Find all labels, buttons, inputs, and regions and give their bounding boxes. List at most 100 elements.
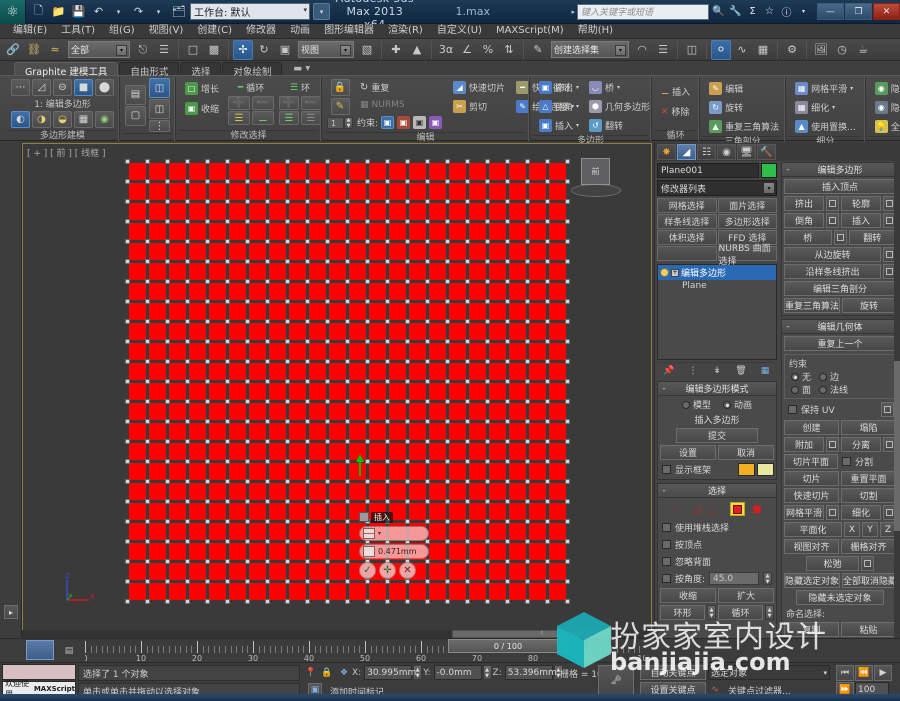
mesh-vertex[interactable]: [465, 219, 470, 224]
mesh-face[interactable]: [368, 342, 386, 360]
mesh-face[interactable]: [508, 482, 526, 500]
mesh-face[interactable]: [548, 502, 566, 520]
mesh-vertex[interactable]: [345, 419, 350, 424]
mesh-vertex[interactable]: [285, 339, 290, 344]
mesh-face[interactable]: [148, 262, 166, 280]
mesh-vertex[interactable]: [125, 419, 130, 424]
mesh-face[interactable]: [488, 362, 506, 380]
mesh-vertex[interactable]: [485, 279, 490, 284]
outline-button[interactable]: 轮廓: [841, 196, 881, 211]
mesh-vertex[interactable]: [505, 219, 510, 224]
mesh-vertex[interactable]: [165, 419, 170, 424]
mesh-vertex[interactable]: [245, 419, 250, 424]
mesh-vertex[interactable]: [385, 339, 390, 344]
mesh-vertex[interactable]: [285, 259, 290, 264]
mesh-face[interactable]: [448, 362, 466, 380]
mode-animate-radio[interactable]: 动画: [723, 398, 752, 411]
mesh-face[interactable]: [428, 222, 446, 240]
mesh-vertex[interactable]: [485, 159, 490, 164]
mesh-face[interactable]: [548, 442, 566, 460]
mesh-vertex[interactable]: [205, 419, 210, 424]
mesh-vertex[interactable]: [365, 279, 370, 284]
view-cube[interactable]: 前: [571, 158, 621, 200]
mesh-vertex[interactable]: [265, 159, 270, 164]
search-input[interactable]: 键入关键字或短语: [577, 3, 710, 20]
by-angle-value[interactable]: 45.0: [709, 572, 759, 585]
mesh-vertex[interactable]: [205, 519, 210, 524]
mesh-vertex[interactable]: [545, 199, 550, 204]
mesh-vertex[interactable]: [485, 439, 490, 444]
mesh-face[interactable]: [168, 402, 186, 420]
constraint-normal-radio[interactable]: 法线: [819, 383, 848, 396]
mesh-vertex[interactable]: [305, 379, 310, 384]
repeat-last-button[interactable]: 重复上一个: [784, 336, 896, 351]
mesh-face[interactable]: [288, 262, 306, 280]
mesh-face[interactable]: [188, 262, 206, 280]
mesh-vertex[interactable]: [145, 499, 150, 504]
constraint-edge-icon[interactable]: ▣: [397, 116, 411, 129]
preserve-uv-settings-icon[interactable]: [881, 402, 894, 417]
mesh-face[interactable]: [468, 202, 486, 220]
mesh-face[interactable]: [268, 182, 286, 200]
mesh-face[interactable]: [248, 482, 266, 500]
mesh-face[interactable]: [388, 482, 406, 500]
mesh-face[interactable]: [288, 562, 306, 580]
mesh-face[interactable]: [228, 362, 246, 380]
mesh-vertex[interactable]: [225, 499, 230, 504]
bind-space-warp-icon[interactable]: ≈: [45, 40, 65, 60]
mesh-vertex[interactable]: [125, 259, 130, 264]
mesh-vertex[interactable]: [325, 219, 330, 224]
mesh-vertex[interactable]: [565, 179, 570, 184]
mesh-vertex[interactable]: [305, 239, 310, 244]
mesh-vertex[interactable]: [325, 559, 330, 564]
mesh-vertex[interactable]: [205, 399, 210, 404]
ribbon-options-icon[interactable]: ▬ ▾: [283, 62, 320, 75]
minimize-track-button[interactable]: [26, 640, 54, 660]
ring-shift-icon[interactable]: ☰: [279, 111, 300, 125]
by-angle-row[interactable]: 按角度: 45.0 ▲ ▼: [660, 571, 774, 586]
mesh-vertex[interactable]: [345, 159, 350, 164]
relax-settings-icon[interactable]: [861, 556, 874, 571]
mesh-vertex[interactable]: [445, 459, 450, 464]
mesh-vertex[interactable]: [185, 219, 190, 224]
mesh-face[interactable]: [268, 322, 286, 340]
mesh-vertex[interactable]: [425, 179, 430, 184]
reset-plane-button[interactable]: 重置平面: [841, 471, 896, 486]
mesh-face[interactable]: [268, 422, 286, 440]
lightbulb-icon[interactable]: [660, 268, 669, 277]
mesh-vertex[interactable]: [425, 159, 430, 164]
mesh-face[interactable]: [468, 502, 486, 520]
mesh-vertex[interactable]: [445, 159, 450, 164]
caddy-mode-row[interactable]: ▾: [359, 526, 429, 541]
move-gizmo-y-axis[interactable]: [356, 454, 364, 476]
mesh-face[interactable]: [528, 262, 546, 280]
mesh-face[interactable]: [128, 162, 146, 180]
edit-tri-button[interactable]: ✎ 编辑: [705, 80, 747, 97]
mesh-face[interactable]: [208, 282, 226, 300]
mesh-face[interactable]: [528, 302, 546, 320]
mesh-vertex[interactable]: [445, 499, 450, 504]
caddy-amount-value[interactable]: 0.471mm: [378, 547, 417, 556]
mesh-face[interactable]: [168, 262, 186, 280]
mesh-vertex[interactable]: [305, 319, 310, 324]
mesh-vertex[interactable]: [445, 199, 450, 204]
remove-modifier-icon[interactable]: 🗑: [735, 364, 748, 377]
mesh-face[interactable]: [168, 522, 186, 540]
mesh-face[interactable]: [248, 302, 266, 320]
mesh-vertex[interactable]: [225, 439, 230, 444]
mesh-vertex[interactable]: [405, 479, 410, 484]
mesh-vertex[interactable]: [225, 419, 230, 424]
edit-triangulation-button[interactable]: 编辑三角剖分: [784, 281, 896, 296]
menu-item-11[interactable]: 帮助(H): [571, 24, 620, 38]
mesh-face[interactable]: [328, 202, 346, 220]
mesh-face[interactable]: [548, 482, 566, 500]
mesh-face[interactable]: [448, 162, 466, 180]
mesh-vertex[interactable]: [305, 159, 310, 164]
mesh-face[interactable]: [448, 182, 466, 200]
layer-manager-icon[interactable]: ◫: [682, 40, 702, 60]
mesh-face[interactable]: [248, 522, 266, 540]
mesh-vertex[interactable]: [165, 519, 170, 524]
mesh-vertex[interactable]: [465, 579, 470, 584]
mesh-vertex[interactable]: [345, 579, 350, 584]
mesh-face[interactable]: [548, 202, 566, 220]
